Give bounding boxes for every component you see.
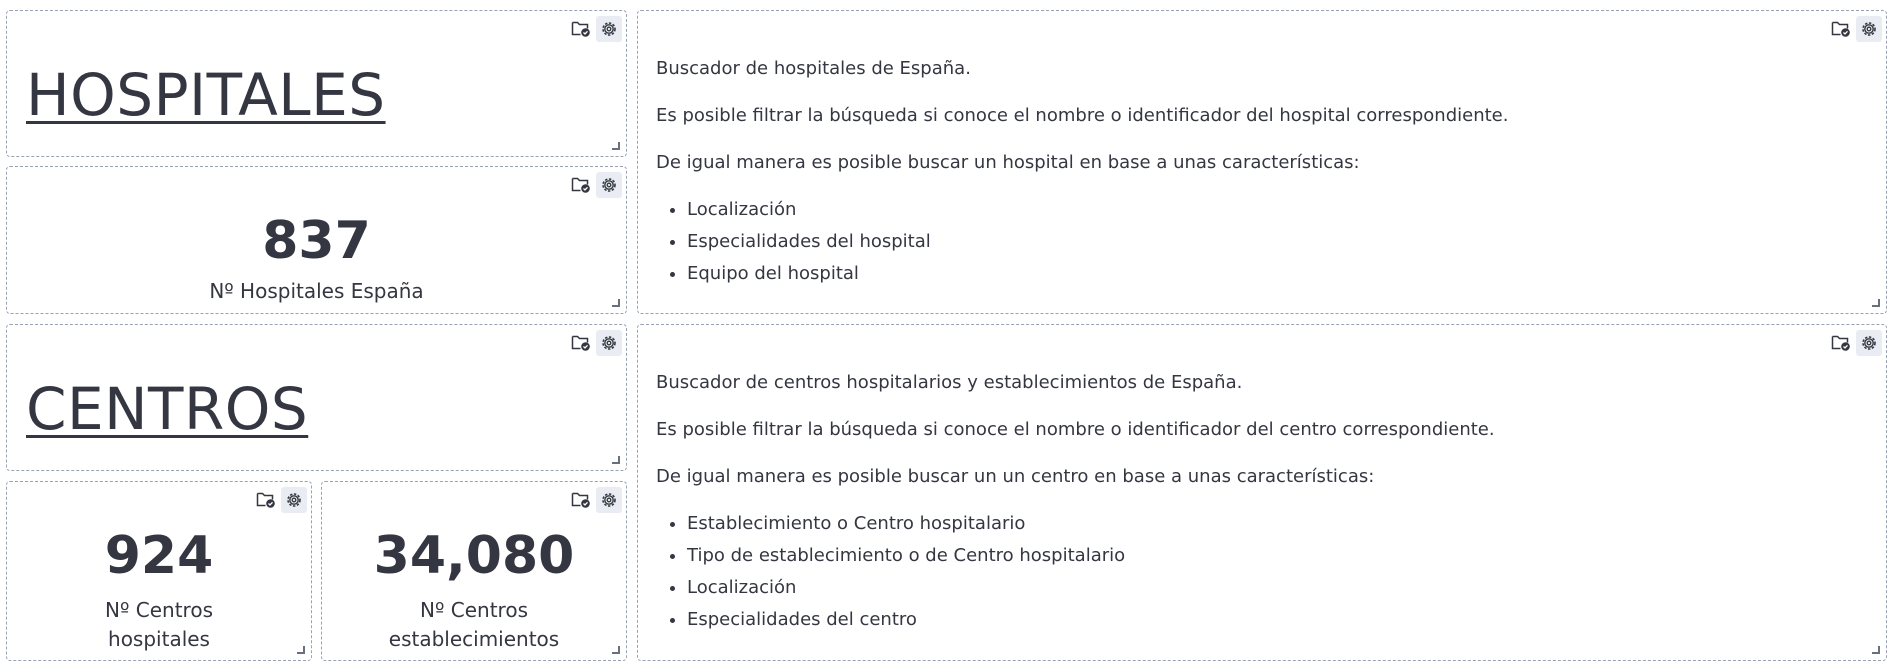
hospitales-description-panel: Buscador de hospitales de España. Es pos… [637,10,1887,314]
panel-actions [568,330,622,356]
list-item: Establecimiento o Centro hospitalario [687,511,1856,537]
folder-check-icon[interactable] [568,330,594,356]
resize-handle[interactable] [612,456,620,464]
centros-establecimientos-metric: 34,080 Nº Centros establecimientos [322,530,626,654]
list-item: Localización [687,197,1856,223]
resize-handle[interactable] [612,646,620,654]
list-item: Especialidades del hospital [687,229,1856,255]
gear-icon[interactable] [1856,16,1882,42]
gear-icon[interactable] [596,330,622,356]
centros-description: Buscador de centros hospitalarios y esta… [656,370,1856,639]
centros-establecimientos-metric-panel: 34,080 Nº Centros establecimientos [321,481,627,661]
metric-value: 837 [262,211,371,271]
characteristics-list: Establecimiento o Centro hospitalario Ti… [656,511,1856,633]
panel-actions [1828,16,1882,42]
folder-check-icon[interactable] [568,16,594,42]
hospitales-title-panel: HOSPITALES [6,10,627,157]
resize-handle[interactable] [612,142,620,150]
list-item: Localización [687,575,1856,601]
resize-handle[interactable] [1872,299,1880,307]
description-paragraph: Buscador de centros hospitalarios y esta… [656,372,1243,393]
hospitales-metric: 837 Nº Hospitales España [7,215,626,306]
panel-actions [568,16,622,42]
folder-check-icon[interactable] [568,172,594,198]
description-paragraph: Buscador de hospitales de España. [656,58,971,79]
resize-handle[interactable] [612,299,620,307]
folder-check-icon[interactable] [568,487,594,513]
panel-actions [568,487,622,513]
gear-icon[interactable] [596,487,622,513]
centros-hospitales-metric-panel: 924 Nº Centros hospitales [6,481,312,661]
list-item: Especialidades del centro [687,607,1856,633]
characteristics-list: Localización Especialidades del hospital… [656,197,1856,287]
hospitales-metric-panel: 837 Nº Hospitales España [6,166,627,314]
gear-icon[interactable] [281,487,307,513]
panel-actions [1828,330,1882,356]
metric-value: 34,080 [373,526,575,586]
folder-check-icon[interactable] [1828,330,1854,356]
list-item: Tipo de establecimiento o de Centro hosp… [687,543,1856,569]
metric-label: Nº Centros establecimientos [388,598,560,651]
description-paragraph: Es posible filtrar la búsqueda si conoce… [656,419,1495,440]
hospitales-title: HOSPITALES [26,61,386,129]
metric-label: Nº Hospitales España [209,279,424,303]
gear-icon[interactable] [596,172,622,198]
metric-value: 924 [104,526,214,586]
centros-title: CENTROS [26,375,309,443]
gear-icon[interactable] [596,16,622,42]
description-paragraph: De igual manera es posible buscar un hos… [656,152,1360,173]
gear-icon[interactable] [1856,330,1882,356]
metric-label: Nº Centros hospitales [105,598,213,651]
centros-title-panel: CENTROS [6,324,627,471]
resize-handle[interactable] [1872,646,1880,654]
description-paragraph: De igual manera es posible buscar un un … [656,466,1375,487]
centros-hospitales-metric: 924 Nº Centros hospitales [7,530,311,654]
centros-description-panel: Buscador de centros hospitalarios y esta… [637,324,1887,661]
folder-check-icon[interactable] [1828,16,1854,42]
hospitales-description: Buscador de hospitales de España. Es pos… [656,56,1856,293]
description-paragraph: Es posible filtrar la búsqueda si conoce… [656,105,1509,126]
panel-actions [568,172,622,198]
folder-check-icon[interactable] [253,487,279,513]
panel-actions [253,487,307,513]
list-item: Equipo del hospital [687,261,1856,287]
resize-handle[interactable] [297,646,305,654]
